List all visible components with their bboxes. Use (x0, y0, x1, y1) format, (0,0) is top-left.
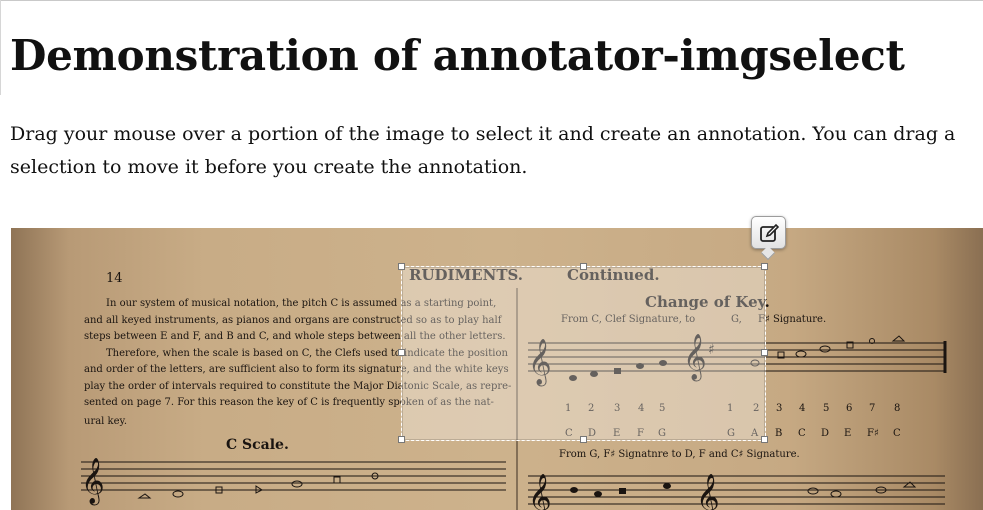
scale-letter: B (775, 428, 782, 439)
resize-handle-se[interactable] (761, 436, 768, 443)
scale-number: 6 (846, 403, 852, 414)
scale-number: 4 (799, 403, 805, 414)
scale-letter: C (798, 428, 806, 439)
intro-paragraph: Drag your mouse over a portion of the im… (10, 123, 956, 178)
resize-handle-w[interactable] (398, 349, 405, 356)
edit-icon (760, 223, 780, 242)
c-scale-notes (137, 472, 379, 499)
treble-clef-icon: 𝄞 (696, 474, 720, 510)
resize-handle-n[interactable] (580, 263, 587, 270)
create-annotation-button[interactable] (751, 216, 786, 249)
resize-handle-e[interactable] (761, 349, 768, 356)
image-c-scale-title: C Scale. (226, 437, 289, 453)
selection-box[interactable] (401, 266, 766, 441)
scale-number: 8 (894, 403, 900, 414)
scale-letter: F♯ (867, 428, 879, 439)
left-border (0, 0, 1, 95)
page-title: Demonstration of annotator-imgselect (10, 31, 905, 80)
resize-handle-nw[interactable] (398, 263, 405, 270)
top-border (0, 0, 983, 1)
scale-number: 3 (776, 403, 782, 414)
scale-letter: C (893, 428, 901, 439)
scale-letter: D (821, 428, 829, 439)
treble-clef-icon: 𝄞 (528, 474, 552, 510)
lower-staff (528, 475, 945, 505)
resize-handle-s[interactable] (580, 436, 587, 443)
body-line: ural key. (84, 416, 127, 427)
image-page-number: 14 (106, 271, 123, 286)
scale-number: 7 (869, 403, 875, 414)
scale-number: 5 (823, 403, 829, 414)
c-scale-staff (81, 461, 506, 491)
resize-handle-sw[interactable] (398, 436, 405, 443)
image-caption-top-sig: F♯ Signature. (758, 314, 826, 325)
resize-handle-ne[interactable] (761, 263, 768, 270)
image-caption-bottom: From G, F♯ Signatnre to D, F and C♯ Sign… (559, 449, 800, 460)
treble-clef-icon: 𝄞 (81, 458, 105, 506)
scale-letter: E (844, 428, 851, 439)
